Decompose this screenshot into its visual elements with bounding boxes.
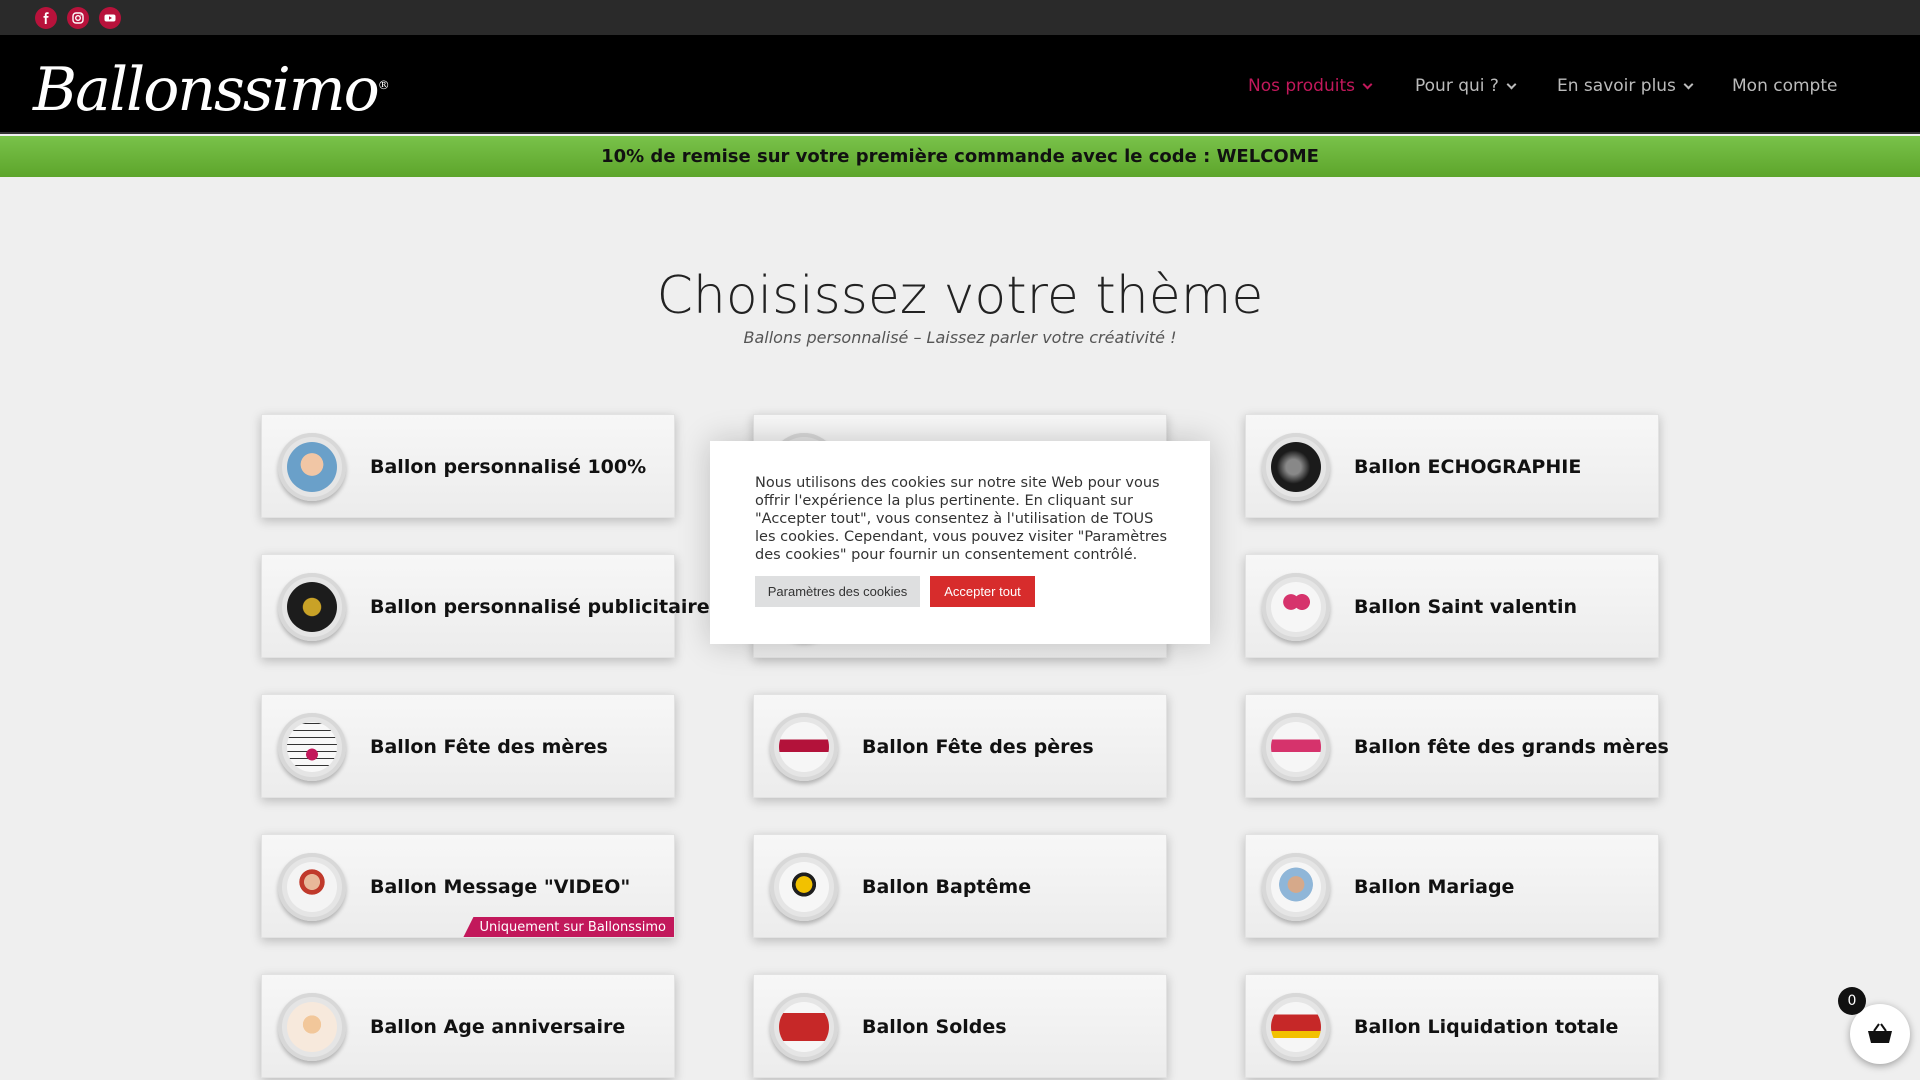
balloon-thumbnail (278, 853, 346, 921)
promo-text: 10% de remise sur votre première command… (601, 146, 1319, 167)
theme-label: Ballon personnalisé publicitaire (370, 596, 710, 618)
balloon-thumbnail (1262, 573, 1330, 641)
site-header: Ballonssimo® Nos produits Pour qui ? En … (0, 35, 1920, 134)
nav-mon-compte[interactable]: Mon compte (1732, 71, 1837, 101)
balloon-thumbnail (278, 573, 346, 641)
theme-card-fete-des-peres[interactable]: Ballon Fête des pères (753, 694, 1167, 798)
balloon-thumbnail (770, 713, 838, 781)
theme-card-publicitaire[interactable]: Ballon personnalisé publicitaire (261, 554, 710, 658)
theme-label: Ballon Soldes (862, 1016, 1007, 1038)
balloon-thumbnail (1262, 853, 1330, 921)
chevron-down-icon (1506, 79, 1517, 89)
theme-label: Ballon personnalisé 100% (370, 456, 647, 478)
theme-card-fete-des-grands-meres[interactable]: Ballon fête des grands mères (1245, 694, 1669, 798)
youtube-icon[interactable] (99, 7, 121, 29)
theme-card-age-anniversaire[interactable]: Ballon Age anniversaire (261, 974, 675, 1078)
cart-count-badge: 0 (1838, 987, 1866, 1015)
theme-card-echographie[interactable]: Ballon ECHOGRAPHIE (1245, 414, 1659, 518)
nav-en-savoir-plus[interactable]: En savoir plus (1557, 71, 1694, 101)
cookie-consent-modal: Nous utilisons des cookies sur notre sit… (710, 441, 1210, 644)
theme-card-fete-des-meres[interactable]: Ballon Fête des mères (261, 694, 675, 798)
cookie-message: Nous utilisons des cookies sur notre sit… (755, 475, 1167, 563)
theme-label: Ballon Baptême (862, 876, 1032, 898)
theme-label: Ballon ECHOGRAPHIE (1354, 456, 1582, 478)
theme-label: Ballon fête des grands mères (1354, 736, 1669, 758)
facebook-icon[interactable] (35, 7, 57, 29)
instagram-icon[interactable] (67, 7, 89, 29)
accept-all-button[interactable]: Accepter tout (930, 576, 1035, 607)
balloon-thumbnail (278, 713, 346, 781)
theme-card-mariage[interactable]: Ballon Mariage (1245, 834, 1659, 938)
page-subtitle: Ballons personnalisé – Laissez parler vo… (743, 328, 1177, 347)
theme-card-bapteme[interactable]: Ballon Baptême (753, 834, 1167, 938)
page-title: Choisissez votre thème (656, 266, 1264, 326)
theme-label: Ballon Liquidation totale (1354, 1016, 1619, 1038)
site-logo[interactable]: Ballonssimo® (33, 47, 390, 128)
nav-label: Mon compte (1732, 76, 1838, 96)
cookie-settings-button[interactable]: Paramètres des cookies (755, 576, 920, 607)
balloon-thumbnail (1262, 993, 1330, 1061)
theme-card-message-video[interactable]: Ballon Message "VIDEO" Uniquement sur Ba… (261, 834, 675, 938)
theme-card-liquidation-totale[interactable]: Ballon Liquidation totale (1245, 974, 1659, 1078)
top-social-bar (0, 0, 1920, 35)
exclusive-badge: Uniquement sur Ballonssimo (463, 917, 674, 937)
nav-label: Pour qui ? (1415, 76, 1499, 96)
theme-card-soldes[interactable]: Ballon Soldes (753, 974, 1167, 1078)
theme-label: Ballon Mariage (1354, 876, 1515, 898)
balloon-thumbnail (770, 993, 838, 1061)
theme-label: Ballon Saint valentin (1354, 596, 1578, 618)
theme-label: Ballon Fête des mères (370, 736, 608, 758)
nav-pour-qui[interactable]: Pour qui ? (1415, 71, 1517, 101)
theme-label: Ballon Fête des pères (862, 736, 1094, 758)
theme-label: Ballon Age anniversaire (370, 1016, 626, 1038)
balloon-thumbnail (1262, 433, 1330, 501)
chevron-down-icon (1362, 79, 1373, 89)
balloon-thumbnail (278, 433, 346, 501)
theme-card-personnalise-100[interactable]: Ballon personnalisé 100% (261, 414, 675, 518)
nav-label: Nos produits (1248, 76, 1355, 96)
theme-card-saint-valentin[interactable]: Ballon Saint valentin (1245, 554, 1659, 658)
balloon-thumbnail (770, 853, 838, 921)
chevron-down-icon (1683, 79, 1694, 89)
nav-label: En savoir plus (1557, 76, 1676, 96)
promo-banner: 10% de remise sur votre première command… (0, 136, 1920, 177)
nav-nos-produits[interactable]: Nos produits (1248, 71, 1373, 101)
balloon-thumbnail (1262, 713, 1330, 781)
basket-icon (1868, 1023, 1892, 1043)
balloon-thumbnail (278, 993, 346, 1061)
